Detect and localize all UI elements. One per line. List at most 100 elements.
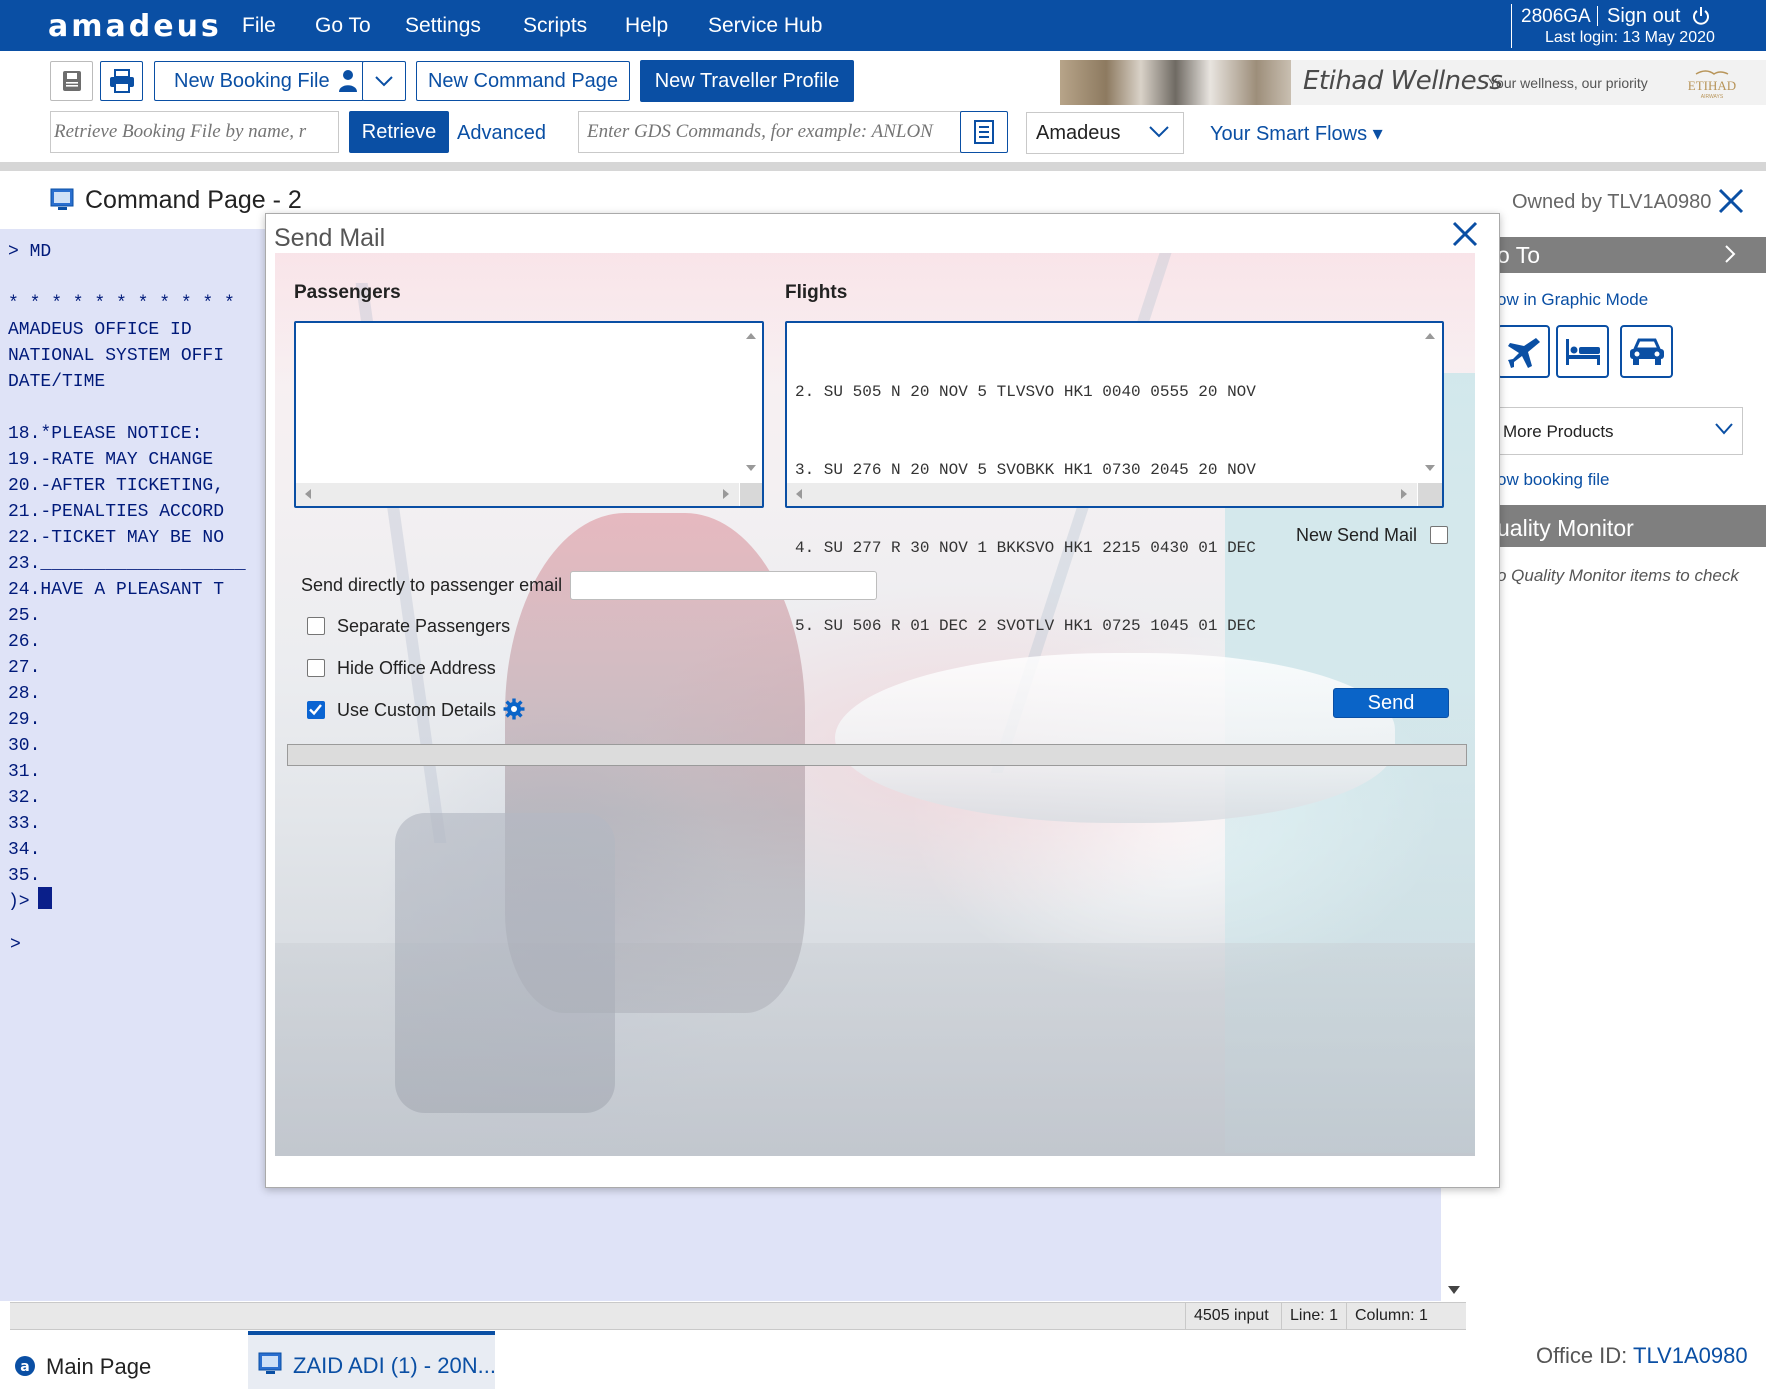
- tab-main-page-label: Main Page: [46, 1354, 152, 1379]
- last-login: Last login: 13 May 2020: [1545, 29, 1715, 46]
- terminal-output: > MD * * * * * * * * * * * AMADEUS OFFIC…: [8, 242, 246, 912]
- car-button[interactable]: [1620, 325, 1673, 378]
- print-button[interactable]: [100, 61, 143, 101]
- new-booking-file-button[interactable]: New Booking File: [154, 61, 364, 101]
- dialog-title: Send Mail: [274, 224, 386, 252]
- scroll-left-icon[interactable]: [302, 488, 314, 500]
- svg-text:a: a: [20, 1359, 29, 1375]
- svg-text:AIRWAYS: AIRWAYS: [1701, 94, 1724, 100]
- quality-monitor-empty: o Quality Monitor items to check: [1497, 566, 1739, 585]
- checkmark-icon: [309, 704, 322, 716]
- separator-bar: [0, 162, 1766, 171]
- scroll-right-icon[interactable]: [720, 488, 732, 500]
- side-panel: [1467, 229, 1766, 1329]
- flight-button[interactable]: [1497, 325, 1550, 378]
- command-page-icon: [50, 188, 74, 210]
- scroll-down-icon[interactable]: [745, 462, 757, 474]
- flight-item[interactable]: 3. SU 276 N 20 NOV 5 SVOBKK HK1 0730 204…: [795, 457, 1256, 483]
- separate-passengers-checkbox[interactable]: [307, 617, 325, 635]
- new-booking-file-label: New Booking File: [174, 69, 330, 92]
- flight-item[interactable]: 2. SU 505 N 20 NOV 5 TLVSVO HK1 0040 055…: [795, 379, 1256, 405]
- scroll-down-icon[interactable]: [1424, 462, 1436, 474]
- user-code: 2806GA: [1521, 6, 1591, 27]
- amadeus-logo: amadeus: [48, 9, 222, 44]
- etihad-banner[interactable]: Etihad Wellness Your wellness, our prior…: [1060, 60, 1766, 105]
- status-line: Line: 1: [1281, 1302, 1346, 1330]
- show-booking-file-link[interactable]: ow booking file: [1497, 470, 1609, 490]
- divider: [1597, 6, 1598, 26]
- new-booking-dropdown[interactable]: [362, 61, 406, 101]
- flight-item[interactable]: 4. SU 277 R 30 NOV 1 BKKSVO HK1 2215 043…: [795, 535, 1256, 561]
- hotel-button[interactable]: [1556, 325, 1609, 378]
- menu-service-hub[interactable]: Service Hub: [708, 14, 822, 38]
- use-custom-details-checkbox[interactable]: [307, 701, 325, 719]
- flight-item[interactable]: 5. SU 506 R 01 DEC 2 SVOTLV HK1 0725 104…: [795, 613, 1256, 639]
- quality-monitor-label: uality Monitor: [1497, 515, 1634, 541]
- command-page-icon: [258, 1352, 282, 1374]
- scroll-down-icon[interactable]: [1447, 1283, 1461, 1297]
- separate-passengers-label: Separate Passengers: [337, 616, 511, 636]
- menu-help[interactable]: Help: [625, 14, 668, 38]
- goto-label: o To: [1497, 242, 1541, 268]
- menu-settings[interactable]: Settings: [405, 14, 481, 38]
- printer-icon: [109, 69, 134, 93]
- scroll-up-icon[interactable]: [745, 330, 757, 342]
- hide-office-address-label: Hide Office Address: [337, 658, 496, 678]
- close-icon[interactable]: [1449, 218, 1481, 250]
- amadeus-icon: a: [15, 1356, 35, 1376]
- flights-hscroll[interactable]: [787, 483, 1417, 506]
- new-command-page-button[interactable]: New Command Page: [416, 61, 630, 101]
- menu-scripts[interactable]: Scripts: [523, 14, 587, 38]
- command-page-title: Command Page - 2: [85, 186, 302, 214]
- chevron-right-icon[interactable]: [1720, 244, 1740, 264]
- gds-command-input[interactable]: [578, 111, 962, 153]
- terminal-prompt: >: [10, 935, 21, 955]
- office-id-label: Office ID:: [1536, 1343, 1634, 1368]
- more-products-label: More Products: [1503, 422, 1614, 441]
- car-icon: [1629, 338, 1664, 365]
- chevron-down-icon: [1149, 126, 1169, 138]
- use-custom-details-label: Use Custom Details: [337, 700, 497, 720]
- hide-office-address-checkbox[interactable]: [307, 659, 325, 677]
- status-column: Column: 1: [1346, 1302, 1436, 1330]
- new-send-mail-label: New Send Mail: [1296, 525, 1418, 545]
- scroll-left-icon[interactable]: [793, 488, 805, 500]
- menu-file[interactable]: File: [242, 14, 276, 38]
- close-icon[interactable]: [1716, 186, 1746, 216]
- status-input: 4505 input: [1185, 1302, 1277, 1330]
- email-label: Send directly to passenger email: [301, 575, 563, 595]
- smart-flows-menu[interactable]: Your Smart Flows ▾: [1210, 121, 1383, 146]
- retrieve-button[interactable]: Retrieve: [349, 111, 449, 153]
- new-send-mail-checkbox[interactable]: [1430, 526, 1448, 544]
- person-icon: [338, 70, 357, 92]
- gear-icon[interactable]: [503, 698, 525, 720]
- scroll-right-icon[interactable]: [1398, 488, 1410, 500]
- menu-goto[interactable]: Go To: [315, 14, 371, 38]
- flights-label: Flights: [785, 282, 848, 303]
- svg-text:ETIHAD: ETIHAD: [1688, 78, 1736, 93]
- scroll-corner: [1418, 483, 1442, 506]
- graphic-mode-link[interactable]: ow in Graphic Mode: [1497, 290, 1648, 310]
- banner-subtitle: Your wellness, our priority: [1488, 75, 1648, 91]
- new-traveller-profile-button[interactable]: New Traveller Profile: [640, 60, 854, 102]
- plane-icon: [1507, 337, 1540, 368]
- owned-by: Owned by TLV1A0980: [1512, 191, 1712, 213]
- chevron-down-icon: [1715, 423, 1733, 435]
- progress-bar: [287, 744, 1467, 766]
- sign-out-link[interactable]: Sign out: [1607, 5, 1680, 28]
- bed-icon: [1565, 338, 1600, 365]
- passengers-hscroll[interactable]: [296, 483, 739, 506]
- gds-command-list-button[interactable]: [960, 111, 1008, 153]
- retrieve-booking-input[interactable]: [50, 111, 339, 153]
- list-icon: [974, 120, 994, 144]
- advanced-link[interactable]: Advanced: [457, 122, 546, 145]
- office-id: Office ID: TLV1A0980: [1536, 1343, 1748, 1369]
- power-icon[interactable]: [1691, 6, 1711, 26]
- scroll-corner: [740, 483, 762, 506]
- send-button[interactable]: Send: [1333, 688, 1449, 718]
- scroll-up-icon[interactable]: [1424, 330, 1436, 342]
- passengers-list[interactable]: [294, 321, 764, 508]
- save-button[interactable]: [50, 61, 93, 101]
- passenger-email-input[interactable]: [570, 571, 877, 600]
- office-id-value[interactable]: TLV1A0980: [1633, 1343, 1748, 1368]
